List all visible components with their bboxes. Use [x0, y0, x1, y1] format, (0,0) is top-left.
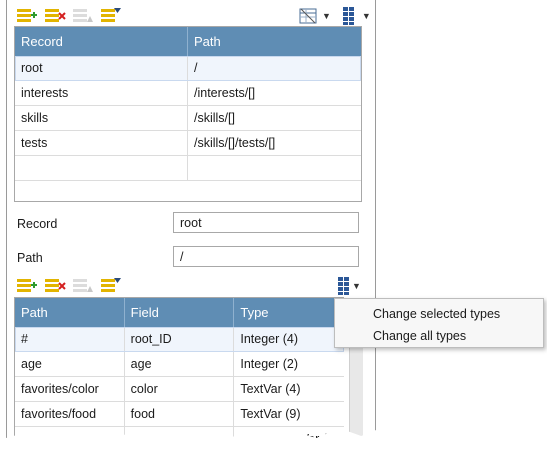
type-cell[interactable]: Integer (4): [234, 327, 344, 351]
column-header-field[interactable]: Field: [125, 298, 235, 327]
add-field-button[interactable]: [15, 276, 39, 296]
record-input[interactable]: [173, 212, 359, 233]
type-cell[interactable]: Integer (2): [234, 352, 344, 376]
path-input[interactable]: [173, 246, 359, 267]
path-cell[interactable]: /skills/[]: [188, 106, 361, 130]
record-cell[interactable]: interests: [15, 81, 188, 105]
column-types-dropdown-icon[interactable]: ▼: [362, 11, 371, 21]
field-options-button[interactable]: [99, 276, 123, 296]
delete-record-button[interactable]: [43, 6, 67, 26]
record-cell[interactable]: tests: [15, 131, 188, 155]
column-header-record[interactable]: Record: [15, 27, 188, 56]
table-row[interactable]: skills /skills/[]: [15, 106, 361, 131]
delete-field-icon: [45, 279, 66, 292]
path-cell[interactable]: /interests/[]: [188, 81, 361, 105]
path-cell[interactable]: favorites/color: [15, 377, 125, 401]
table-settings-button[interactable]: [297, 6, 321, 26]
record-cell[interactable]: skills: [15, 106, 188, 130]
fields-toolbar: [15, 276, 127, 296]
records-table-header: Record Path: [15, 27, 361, 56]
type-cell[interactable]: TextVar (9): [234, 402, 344, 426]
delete-record-icon: [45, 9, 66, 22]
column-types-button[interactable]: [337, 6, 361, 26]
move-field-button[interactable]: [71, 276, 95, 296]
fields-table-header: Path Field Type: [15, 298, 344, 327]
field-cell[interactable]: color: [125, 377, 235, 401]
records-toolbar: [15, 6, 127, 26]
add-field-icon: [17, 279, 37, 292]
record-options-icon: [101, 8, 121, 22]
table-row[interactable]: root /: [15, 56, 361, 81]
path-cell[interactable]: /skills/[]/tests/[]: [188, 131, 361, 155]
column-header-path[interactable]: Path: [188, 27, 361, 56]
table-row[interactable]: age age Integer (2): [15, 352, 344, 377]
table-settings-dropdown-icon[interactable]: ▼: [322, 11, 331, 21]
record-cell[interactable]: root: [15, 56, 188, 80]
table-row[interactable]: Var (6): [15, 427, 344, 440]
table-row[interactable]: # root_ID Integer (4): [15, 327, 344, 352]
fields-toolbar-right: ▼: [337, 275, 361, 297]
field-cell[interactable]: root_ID: [125, 327, 235, 351]
table-settings-icon: [299, 8, 317, 24]
empty-row[interactable]: [15, 156, 361, 181]
delete-field-button[interactable]: [43, 276, 67, 296]
fields-table: Path Field Type # root_ID Integer (4) ag…: [14, 297, 344, 440]
field-cell[interactable]: food: [125, 402, 235, 426]
records-table: Record Path root / interests /interests/…: [14, 26, 362, 202]
path-cell[interactable]: #: [15, 327, 125, 351]
records-toolbar-right: ▼ ▼: [297, 5, 376, 27]
path-cell[interactable]: age: [15, 352, 125, 376]
path-cell[interactable]: /: [188, 56, 361, 80]
column-types-icon: [338, 277, 349, 295]
table-row[interactable]: favorites/food food TextVar (9): [15, 402, 344, 427]
path-cell[interactable]: [15, 427, 125, 440]
table-row[interactable]: favorites/color color TextVar (4): [15, 377, 344, 402]
type-cell[interactable]: TextVar (4): [234, 377, 344, 401]
move-record-button[interactable]: [71, 6, 95, 26]
table-row[interactable]: interests /interests/[]: [15, 81, 361, 106]
column-header-path[interactable]: Path: [15, 298, 125, 327]
column-types-icon: [342, 7, 354, 25]
dataset-panel: ▼ ▼ Record Path root / interests /intere…: [6, 0, 376, 440]
menu-item-change-selected-types[interactable]: Change selected types: [373, 307, 500, 321]
record-label: Record: [17, 217, 58, 231]
path-cell[interactable]: favorites/food: [15, 402, 125, 426]
type-cell[interactable]: Var (6): [234, 427, 344, 440]
field-options-icon: [101, 278, 121, 292]
field-types-dropdown-icon[interactable]: ▼: [352, 281, 361, 291]
field-cell[interactable]: age: [125, 352, 235, 376]
move-record-icon: [73, 9, 93, 22]
field-types-button[interactable]: [337, 276, 351, 296]
column-header-type[interactable]: Type: [234, 298, 344, 327]
table-row[interactable]: tests /skills/[]/tests/[]: [15, 131, 361, 156]
path-label: Path: [17, 251, 43, 265]
add-record-icon: [17, 9, 37, 22]
record-cell[interactable]: [15, 156, 188, 180]
field-cell[interactable]: [125, 427, 235, 440]
path-cell[interactable]: [188, 156, 361, 180]
add-record-button[interactable]: [15, 6, 39, 26]
menu-item-change-all-types[interactable]: Change all types: [373, 329, 466, 343]
column-types-context-menu: Change selected types Change all types: [334, 298, 544, 348]
move-field-icon: [73, 279, 93, 292]
record-options-button[interactable]: [99, 6, 123, 26]
